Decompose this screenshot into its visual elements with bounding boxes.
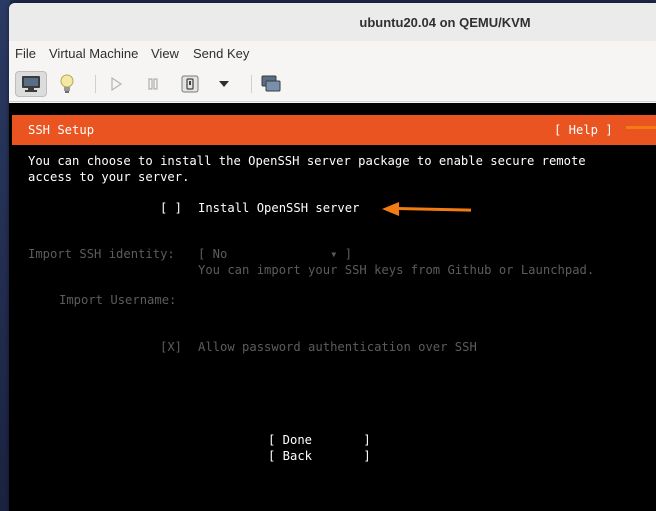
menu-bar: File Virtual Machine View Send Key [9, 41, 656, 65]
header-title: SSH Setup [28, 123, 95, 137]
help-button[interactable]: [ Help ] [554, 122, 613, 138]
shutdown-menu-button[interactable] [208, 71, 240, 97]
install-openssh-label[interactable]: Install OpenSSH server [198, 200, 359, 216]
vm-window: ubuntu20.04 on QEMU/KVM File Virtual Mac… [9, 3, 656, 511]
description-line-1: You can choose to install the OpenSSH se… [28, 154, 586, 168]
menu-virtual-machine[interactable]: Virtual Machine [49, 46, 138, 61]
snapshot-button[interactable] [255, 71, 287, 97]
import-ssh-identity-label: Import SSH identity: [28, 247, 175, 261]
details-button[interactable] [51, 71, 83, 97]
menu-view[interactable]: View [151, 46, 179, 61]
chevron-down-icon [219, 81, 229, 87]
import-username-label: Import Username: [59, 293, 177, 307]
toolbar-separator [251, 75, 252, 93]
toolbar-separator [95, 75, 96, 93]
back-button[interactable]: [ Back ] [268, 448, 371, 464]
pause-button[interactable] [137, 71, 169, 97]
menu-send-key[interactable]: Send Key [193, 46, 249, 61]
description-line-2: access to your server. [28, 170, 190, 184]
done-button[interactable]: [ Done ] [268, 432, 371, 448]
monitor-icon [22, 76, 40, 92]
play-icon [111, 77, 123, 91]
power-icon [181, 75, 199, 93]
console-view-button[interactable] [15, 71, 47, 97]
annotation-arrow-line [626, 126, 656, 129]
menu-file[interactable]: File [15, 46, 36, 61]
annotation-arrow-head [382, 202, 399, 216]
install-openssh-checkbox[interactable]: [ ] [160, 200, 182, 216]
pause-icon [148, 78, 158, 90]
shutdown-button[interactable] [174, 71, 206, 97]
vm-console-screen[interactable]: SSH Setup [ Help ] You can choose to ins… [9, 103, 656, 511]
window-title: ubuntu20.04 on QEMU/KVM [359, 15, 531, 30]
annotation-arrow-line [396, 207, 472, 212]
password-auth-checkbox[interactable]: [X] [160, 339, 182, 355]
title-bar[interactable]: ubuntu20.04 on QEMU/KVM [9, 3, 656, 41]
lightbulb-icon [60, 74, 74, 93]
import-ssh-identity-select[interactable]: [ No ▾ ] [198, 246, 352, 262]
run-button[interactable] [100, 71, 132, 97]
screenshot-icon [261, 75, 281, 92]
import-ssh-identity-help: You can import your SSH keys from Github… [198, 263, 595, 277]
installer-header: SSH Setup [ Help ] [12, 115, 656, 145]
password-auth-label[interactable]: Allow password authentication over SSH [198, 339, 477, 355]
toolbar [9, 66, 656, 102]
